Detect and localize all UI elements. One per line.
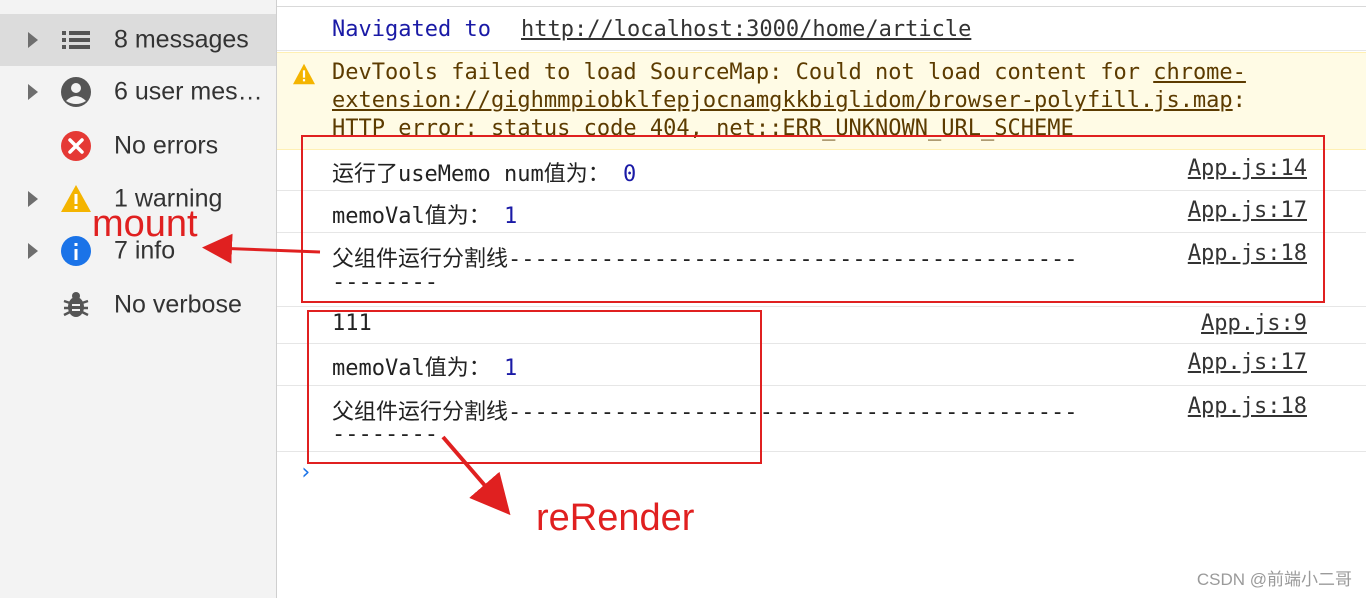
sidebar-item-errors[interactable]: No errors [0, 120, 276, 172]
rerender-highlight-box [307, 310, 762, 464]
warning-text: DevTools failed to load SourceMap: Could… [332, 59, 1312, 143]
console-sidebar: 8 messages 6 user messages No errors 1 w… [0, 0, 277, 598]
warning-icon [61, 185, 91, 212]
sidebar-item-label: No verbose [114, 290, 242, 319]
expand-triangle-icon[interactable] [28, 32, 38, 48]
sidebar-item-user-messages[interactable]: 6 user messages [0, 66, 276, 118]
sidebar-item-label: 6 user messages [114, 77, 274, 106]
user-icon [61, 77, 91, 107]
navigated-prefix: Navigated to [332, 17, 491, 42]
list-icon [62, 31, 90, 49]
sidebar-item-verbose[interactable]: No verbose [0, 279, 276, 331]
watermark: CSDN @前端小二哥 [1196, 570, 1352, 589]
navigated-url-link[interactable]: http://localhost:3000/home/article [521, 17, 971, 42]
sidebar-item-label: No errors [114, 131, 219, 160]
source-link[interactable]: App.js:18 [1188, 394, 1307, 419]
rerender-annotation: reRender [536, 497, 695, 539]
navigation-message: Navigated to http://localhost:3000/home/… [277, 12, 1366, 51]
expand-triangle-icon[interactable] [28, 191, 38, 207]
mount-highlight-box [301, 135, 1325, 303]
sidebar-item-messages[interactable]: 8 messages [0, 14, 276, 66]
expand-triangle-icon[interactable] [28, 84, 38, 100]
source-link[interactable]: App.js:17 [1188, 350, 1307, 375]
bug-icon [63, 292, 89, 317]
warning-icon [293, 63, 315, 85]
expand-triangle-icon[interactable] [28, 243, 38, 259]
sidebar-item-label: 8 messages [114, 25, 249, 54]
info-icon [61, 236, 91, 266]
error-icon [61, 131, 91, 161]
divider [277, 6, 1366, 7]
warning-prefix: DevTools failed to load SourceMap: Could… [332, 60, 1154, 85]
mount-annotation: mount [92, 203, 198, 245]
source-link[interactable]: App.js:9 [1201, 311, 1307, 336]
